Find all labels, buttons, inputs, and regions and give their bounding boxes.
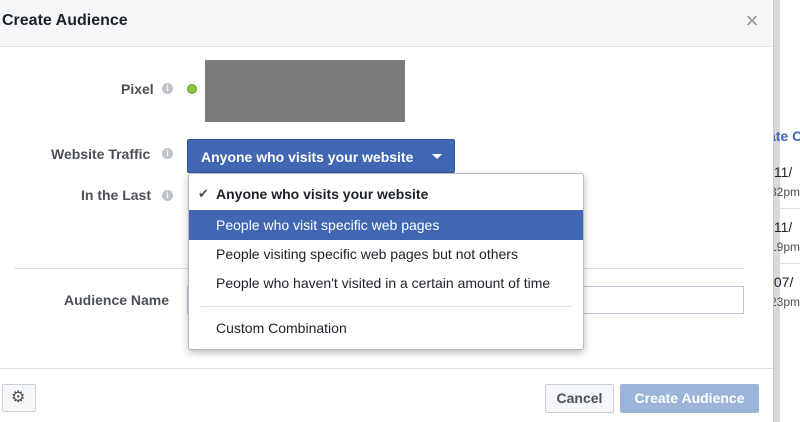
menu-item-label: Anyone who visits your website <box>216 186 429 202</box>
menu-item-specific-pages[interactable]: People who visit specific web pages <box>189 210 583 240</box>
close-icon[interactable]: × <box>743 10 761 32</box>
gear-icon: ⚙ <box>11 389 26 406</box>
info-icon[interactable]: i <box>162 83 173 94</box>
menu-item-custom-combination[interactable]: Custom Combination <box>189 313 583 343</box>
dialog-title: Create Audience <box>2 12 128 29</box>
website-traffic-label: Website Traffic <box>51 146 151 162</box>
create-audience-dialog: Create Audience × Pixel i Website Traffi… <box>0 0 774 422</box>
info-icon[interactable]: i <box>162 190 173 201</box>
create-audience-button[interactable]: Create Audience <box>620 384 759 413</box>
footer-divider <box>0 368 773 369</box>
cancel-button[interactable]: Cancel <box>545 384 614 413</box>
menu-item-label: People who haven't visited in a certain … <box>216 275 551 291</box>
menu-item-anyone[interactable]: ✔ Anyone who visits your website <box>189 179 583 209</box>
pixel-id-redacted <box>205 60 405 122</box>
website-traffic-dropdown: ✔ Anyone who visits your website People … <box>188 173 584 350</box>
menu-item-not-visited[interactable]: People who haven't visited in a certain … <box>189 268 583 298</box>
pixel-status-dot <box>187 84 197 94</box>
settings-button[interactable]: ⚙ <box>2 384 36 412</box>
background-divider <box>770 208 800 209</box>
check-icon: ✔ <box>198 186 209 201</box>
background-time: 32pm <box>770 185 800 199</box>
info-icon[interactable]: i <box>162 148 173 159</box>
background-page: ate C /11/ 32pm /11/ 19pm /07/ 23pm <box>770 0 800 422</box>
website-traffic-select-label: Anyone who visits your website <box>201 149 414 165</box>
background-panel <box>780 0 800 422</box>
audience-name-label: Audience Name <box>64 292 170 308</box>
menu-item-label: People who visit specific web pages <box>216 217 440 233</box>
menu-item-label: People visiting specific web pages but n… <box>216 246 518 262</box>
pixel-label: Pixel <box>121 81 154 97</box>
background-time: 23pm <box>770 295 800 309</box>
background-divider <box>770 263 800 264</box>
menu-item-specific-not-others[interactable]: People visiting specific web pages but n… <box>189 239 583 269</box>
dialog-header: Create Audience × <box>0 0 773 47</box>
website-traffic-select[interactable]: Anyone who visits your website <box>187 139 455 173</box>
background-link[interactable]: ate C <box>770 128 800 144</box>
menu-item-label: Custom Combination <box>216 320 347 336</box>
background-time: 19pm <box>770 240 800 254</box>
in-the-last-label: In the Last <box>81 187 152 203</box>
caret-down-icon <box>432 154 442 159</box>
menu-divider <box>201 306 571 307</box>
audience-name-input[interactable] <box>580 286 744 314</box>
